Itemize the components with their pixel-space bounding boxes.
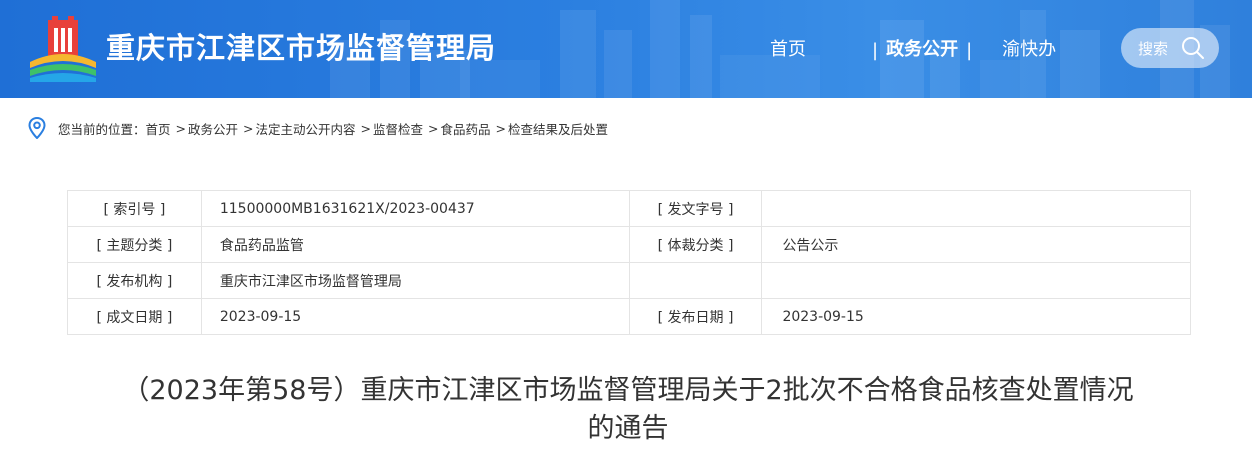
breadcrumb-item-home[interactable]: 首页	[146, 119, 171, 138]
table-row: [ 索引号 ] 11500000MB1631621X/2023-00437 [ …	[67, 190, 1191, 227]
article-title-line-2: 的通告	[587, 413, 669, 444]
label-publishing-agency: [ 发布机构 ]	[67, 262, 202, 299]
label-document-number: [ 发文字号 ]	[628, 190, 763, 227]
article-title: （2023年第58号）重庆市江津区市场监督管理局关于2批次不合格食品核查处置情况…	[66, 372, 1190, 448]
breadcrumb-prefix: 您当前的位置：	[58, 121, 146, 137]
label-written-date: [ 成文日期 ]	[67, 298, 202, 335]
label-index-number: [ 索引号 ]	[67, 190, 202, 227]
value-publishing-agency: 重庆市江津区市场监督管理局	[200, 262, 630, 299]
empty-cell	[761, 262, 1191, 299]
table-row: [ 主题分类 ] 食品药品监管 [ 体裁分类 ] 公告公示	[67, 226, 1191, 263]
nav-separator: |	[966, 39, 973, 61]
breadcrumb: 您当前的位置： 首页 > 政务公开 > 法定主动公开内容 > 监督检查 > 食品…	[28, 116, 608, 140]
label-publish-date: [ 发布日期 ]	[628, 298, 763, 335]
value-written-date: 2023-09-15	[200, 298, 630, 335]
breadcrumb-separator: >	[360, 120, 372, 136]
value-topic-category: 食品药品监管	[200, 226, 630, 263]
nav-separator: |	[872, 39, 879, 61]
breadcrumb-item-statutory-disclosure[interactable]: 法定主动公开内容	[256, 119, 356, 138]
article-title-line-1: （2023年第58号）重庆市江津区市场监督管理局关于2批次不合格食品核查处置情况	[122, 375, 1134, 406]
breadcrumb-item-supervision[interactable]: 监督检查	[373, 119, 423, 138]
nav-gov-open[interactable]: 政务公开	[886, 34, 958, 66]
breadcrumb-separator: >	[495, 120, 507, 136]
table-row: [ 成文日期 ] 2023-09-15 [ 发布日期 ] 2023-09-15	[67, 298, 1191, 335]
value-index-number: 11500000MB1631621X/2023-00437	[200, 190, 630, 227]
table-row: [ 发布机构 ] 重庆市江津区市场监督管理局	[67, 262, 1191, 299]
nav-home[interactable]: 首页	[770, 34, 806, 66]
value-genre-category: 公告公示	[761, 226, 1191, 263]
value-publish-date: 2023-09-15	[761, 298, 1191, 335]
search-button[interactable]: 搜索	[1121, 28, 1219, 68]
site-logo-icon[interactable]	[28, 16, 98, 82]
value-document-number	[761, 190, 1191, 227]
nav-yu-kuai-ban[interactable]: 渝快办	[1002, 34, 1056, 66]
site-header: 重庆市江津区市场监督管理局 首页 | 政务公开 | 渝快办 搜索	[0, 0, 1252, 98]
document-info-table: [ 索引号 ] 11500000MB1631621X/2023-00437 [ …	[67, 190, 1191, 335]
label-genre-category: [ 体裁分类 ]	[628, 226, 763, 263]
breadcrumb-item-gov-open[interactable]: 政务公开	[188, 119, 238, 138]
search-label: 搜索	[1138, 39, 1169, 58]
empty-cell	[628, 262, 763, 299]
breadcrumb-separator: >	[175, 120, 187, 136]
breadcrumb-item-inspection-results[interactable]: 检查结果及后处置	[508, 119, 608, 138]
breadcrumb-separator: >	[428, 120, 439, 136]
site-title[interactable]: 重庆市江津区市场监督管理局	[106, 28, 496, 68]
main-nav: 首页 | 政务公开 | 渝快办	[770, 34, 1056, 66]
label-topic-category: [ 主题分类 ]	[67, 226, 202, 263]
breadcrumb-separator: >	[243, 120, 254, 136]
location-pin-icon	[28, 117, 46, 139]
search-icon	[1182, 37, 1204, 59]
breadcrumb-item-food-drug[interactable]: 食品药品	[441, 119, 491, 138]
